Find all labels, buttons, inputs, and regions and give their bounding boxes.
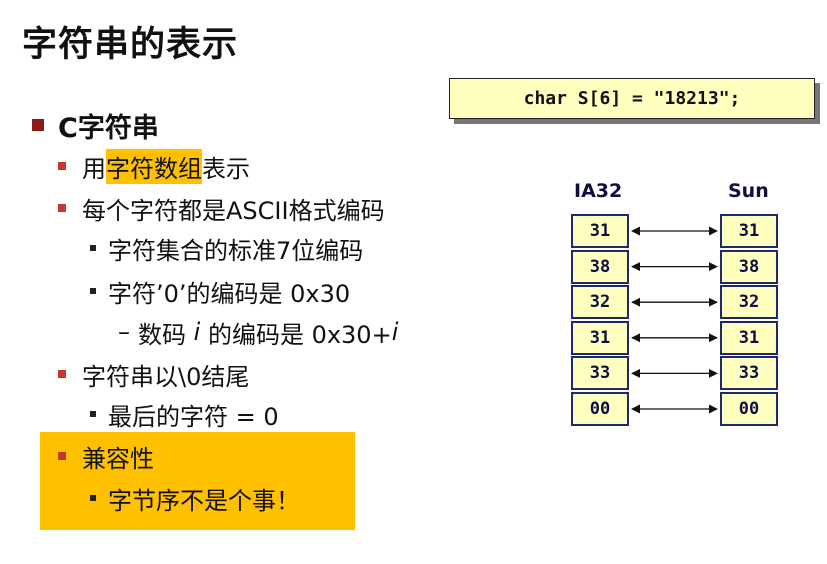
- byte-arrows: [631, 226, 718, 414]
